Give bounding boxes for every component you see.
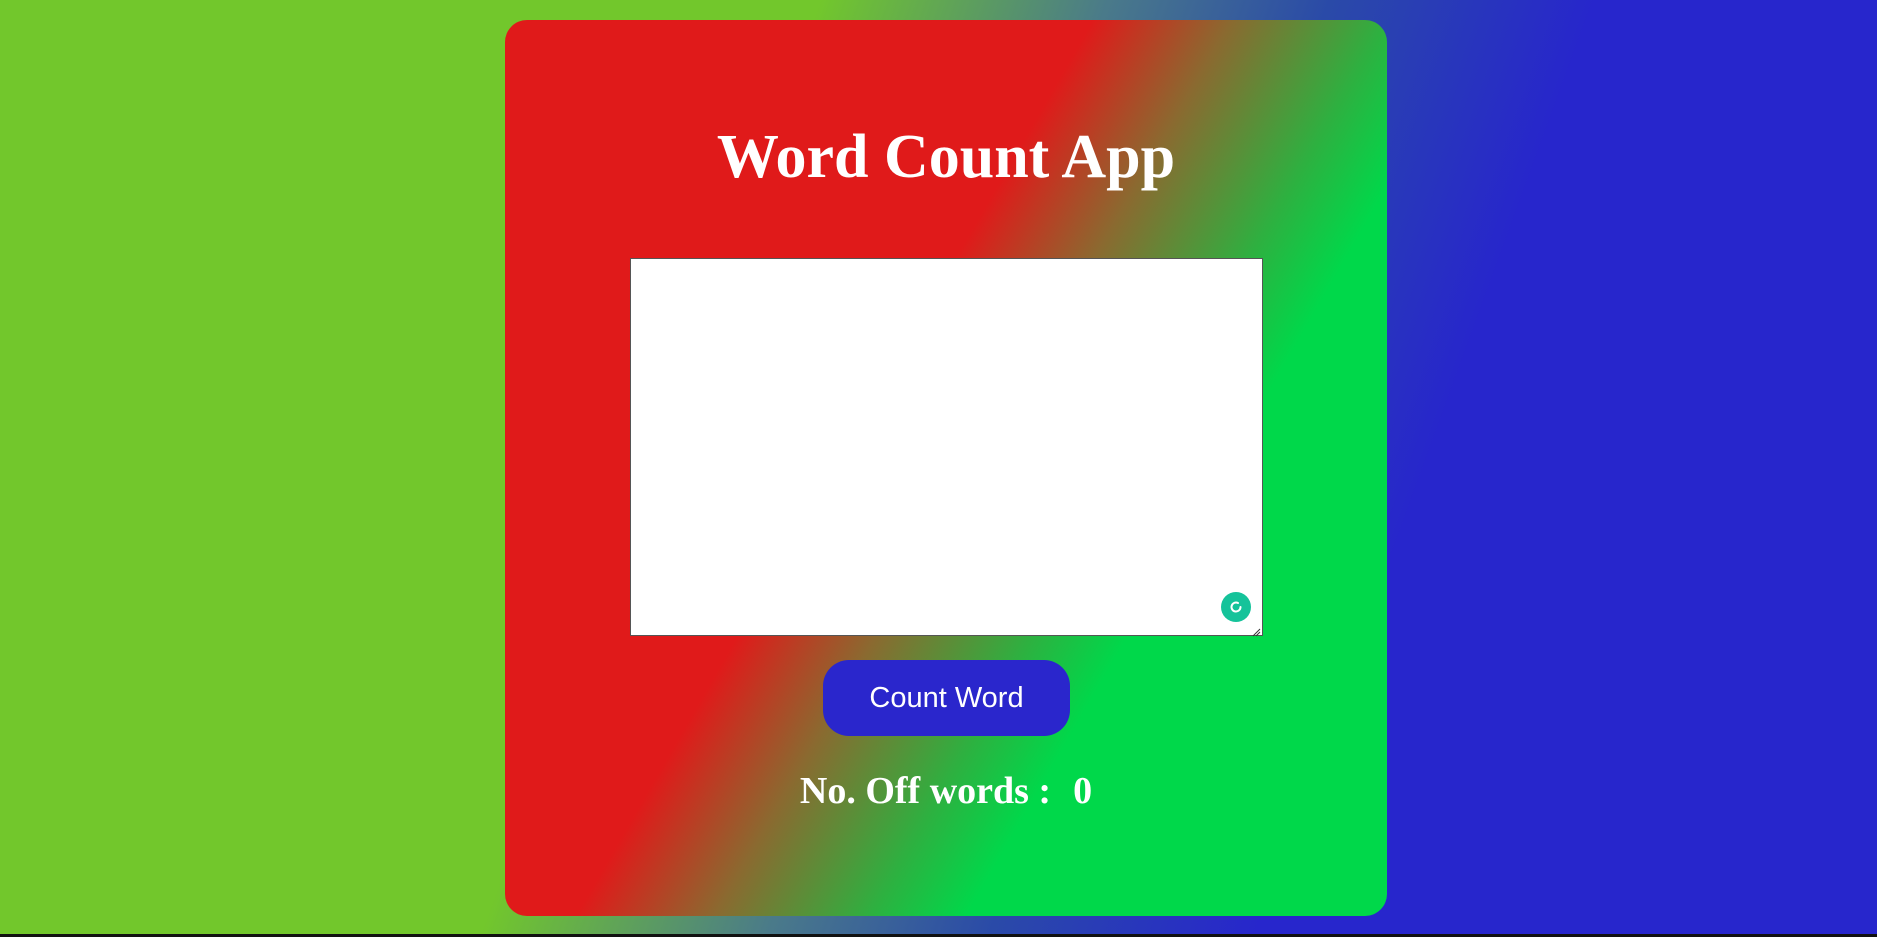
word-count-label: No. Off words : (799, 770, 1052, 812)
resize-handle-icon[interactable] (1251, 624, 1261, 637)
grammarly-glyph (1230, 601, 1242, 613)
word-count-value: 0 (1073, 770, 1093, 812)
app-card: Word Count App Count Word No. Off words … (505, 20, 1387, 916)
text-input[interactable] (630, 258, 1263, 636)
page-title: Word Count App (716, 123, 1176, 191)
grammarly-icon[interactable] (1221, 592, 1251, 622)
text-input-wrapper (630, 258, 1263, 637)
count-word-button[interactable]: Count Word (823, 660, 1070, 736)
word-count-result: No. Off words : 0 (505, 772, 1387, 810)
